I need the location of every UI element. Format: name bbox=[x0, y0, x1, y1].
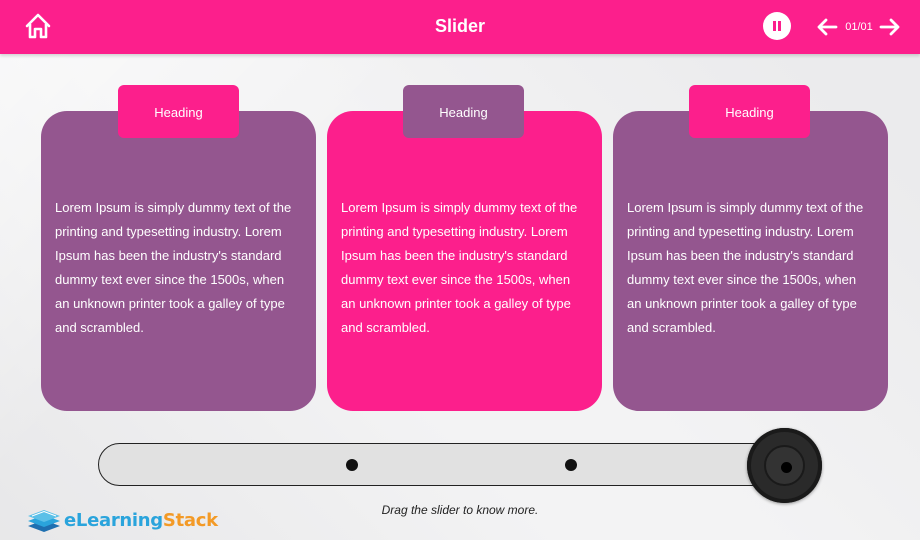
card-body-text: Lorem Ipsum is simply dummy text of the … bbox=[341, 200, 578, 335]
card-heading-tab-2: Heading bbox=[403, 85, 524, 138]
page-counter: 01/01 bbox=[845, 21, 873, 33]
logo-text: eLearningStack bbox=[64, 510, 218, 531]
next-button[interactable] bbox=[879, 17, 901, 37]
card-heading: Heading bbox=[725, 105, 774, 120]
header-bar: Slider 01/01 bbox=[0, 0, 920, 54]
slider-stop-1[interactable] bbox=[346, 459, 358, 471]
books-stack-icon bbox=[28, 510, 60, 532]
pause-button[interactable] bbox=[763, 12, 791, 40]
slider-handle[interactable] bbox=[747, 428, 822, 503]
slider-handle-ring bbox=[764, 445, 805, 486]
arrow-right-icon bbox=[879, 18, 900, 36]
slide-card-2: Lorem Ipsum is simply dummy text of the … bbox=[327, 111, 602, 411]
logo-text-part1: eLearning bbox=[64, 510, 163, 531]
logo-text-part2: Stack bbox=[162, 510, 218, 531]
brand-logo: eLearningStack bbox=[26, 504, 226, 534]
card-heading: Heading bbox=[154, 105, 203, 120]
card-heading: Heading bbox=[439, 105, 488, 120]
card-heading-tab-1: Heading bbox=[118, 85, 239, 138]
slide-card-1: Lorem Ipsum is simply dummy text of the … bbox=[41, 111, 316, 411]
slide-card-3: Lorem Ipsum is simply dummy text of the … bbox=[613, 111, 888, 411]
slider-stop-3 bbox=[781, 462, 792, 473]
slider-stop-2[interactable] bbox=[565, 459, 577, 471]
card-body-text: Lorem Ipsum is simply dummy text of the … bbox=[627, 200, 864, 335]
arrow-left-icon bbox=[817, 18, 838, 36]
card-body-text: Lorem Ipsum is simply dummy text of the … bbox=[55, 200, 292, 335]
slider-track[interactable] bbox=[98, 443, 798, 486]
card-heading-tab-3: Heading bbox=[689, 85, 810, 138]
previous-button[interactable] bbox=[816, 17, 838, 37]
